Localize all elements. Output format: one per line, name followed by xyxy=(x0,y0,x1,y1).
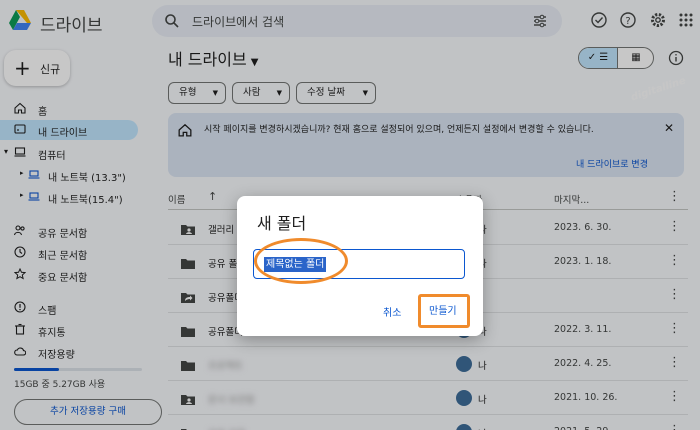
dialog-title: 새 폴더 xyxy=(257,214,307,233)
highlight-rect-annotation xyxy=(418,294,470,328)
cancel-button[interactable]: 취소 xyxy=(383,304,401,319)
highlight-ellipse-annotation xyxy=(254,238,348,284)
